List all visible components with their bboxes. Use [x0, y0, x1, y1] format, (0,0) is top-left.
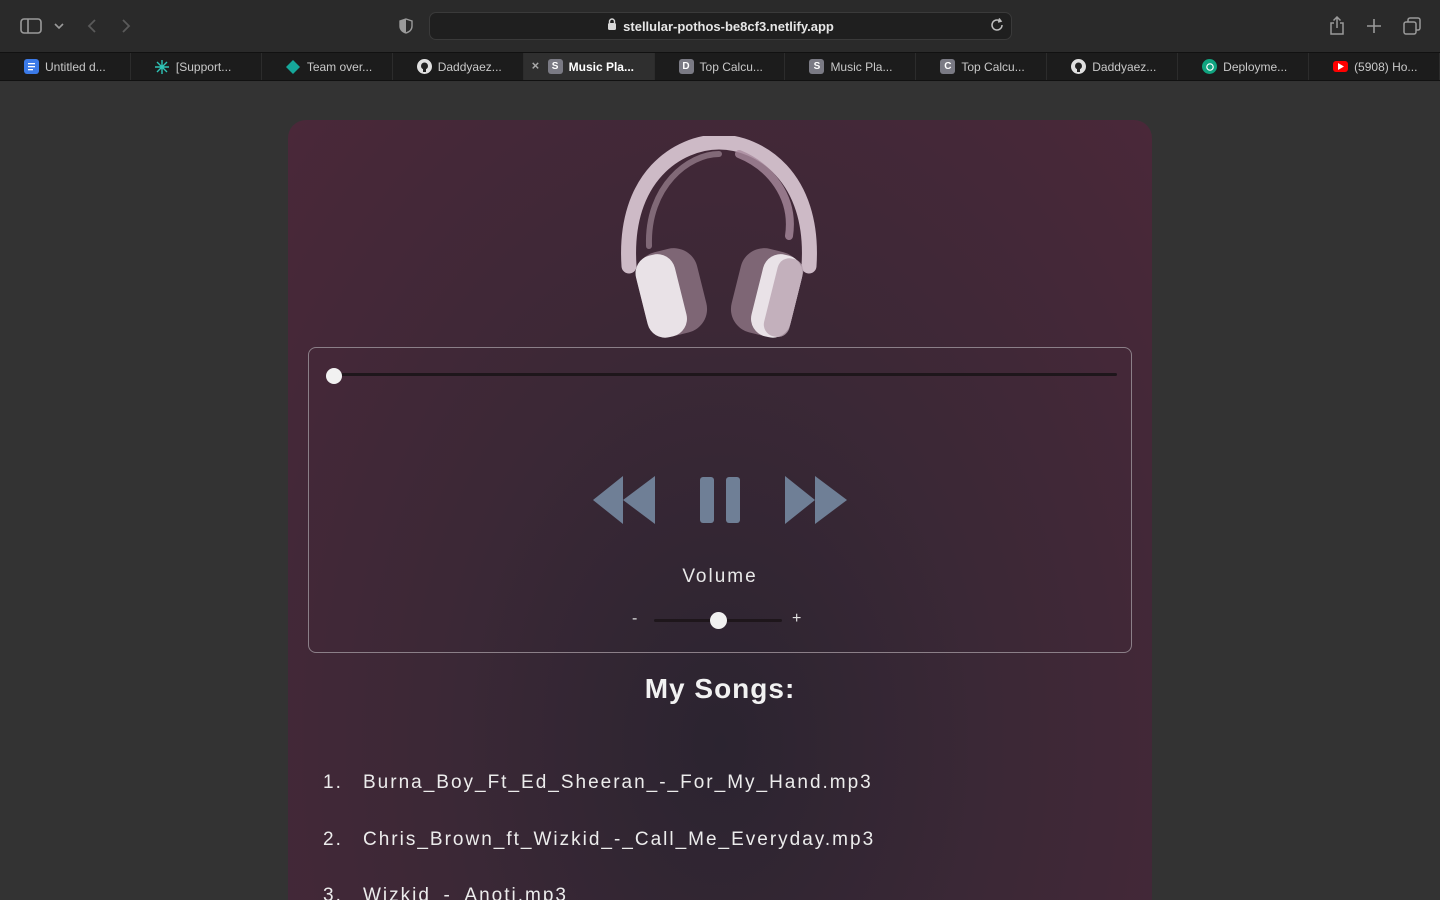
browser-tab[interactable]: (5908) Ho... — [1309, 53, 1440, 80]
github-icon — [416, 59, 432, 74]
browser-tab[interactable]: × S Music Pla... — [523, 53, 655, 80]
forward-icon[interactable] — [118, 12, 134, 40]
url-text: stellular-pothos-be8cf3.netlify.app — [623, 18, 834, 34]
site-c-icon: C — [940, 59, 956, 74]
volume-slider-thumb[interactable] — [710, 612, 727, 629]
tab-overview-icon[interactable] — [1401, 12, 1423, 40]
browser-tab[interactable]: Daddyaez... — [393, 53, 524, 80]
tab-label: Team over... — [306, 59, 373, 74]
music-player-card: Volume - + My Songs: 1. Burna_Boy_Ft_Ed_… — [288, 120, 1152, 900]
address-bar[interactable]: stellular-pothos-be8cf3.netlify.app — [429, 12, 1012, 40]
browser-tab[interactable]: Team over... — [262, 53, 393, 80]
page-content: Volume - + My Songs: 1. Burna_Boy_Ft_Ed_… — [0, 82, 1440, 900]
player-controls-panel: Volume - + — [308, 347, 1132, 653]
openai-icon — [1202, 59, 1218, 74]
browser-tab[interactable]: C Top Calcu... — [916, 53, 1048, 80]
back-icon[interactable] — [84, 12, 100, 40]
tab-label: Daddyaez... — [1092, 59, 1157, 74]
share-icon[interactable] — [1327, 12, 1347, 40]
youtube-icon — [1333, 61, 1349, 72]
close-tab-icon[interactable]: × — [532, 58, 540, 73]
browser-tab[interactable]: S Music Pla... — [785, 53, 917, 80]
tab-label: Music Pla... — [568, 59, 634, 74]
progress-track[interactable] — [335, 373, 1117, 376]
rewind-icon[interactable] — [593, 476, 655, 529]
site-s-icon: S — [547, 59, 563, 74]
song-name[interactable]: Burna_Boy_Ft_Ed_Sheeran_-_For_My_Hand.mp… — [363, 772, 873, 794]
reload-icon[interactable] — [989, 17, 1005, 38]
volume-decrease[interactable]: - — [632, 610, 637, 628]
site-d-icon: D — [678, 59, 694, 74]
browser-tab[interactable]: D Top Calcu... — [655, 53, 786, 80]
tab-label: Top Calcu... — [961, 59, 1025, 74]
tab-label: Top Calcu... — [699, 59, 763, 74]
google-docs-icon — [24, 59, 39, 74]
privacy-shield-icon[interactable] — [397, 12, 415, 40]
github-icon — [1071, 59, 1087, 74]
tab-label: Daddyaez... — [437, 59, 502, 74]
new-tab-icon[interactable] — [1364, 12, 1384, 40]
pause-icon[interactable] — [700, 477, 740, 528]
chevron-down-icon[interactable] — [52, 12, 66, 40]
sidebar-toggle-icon[interactable] — [18, 12, 44, 40]
songs-heading: My Songs: — [644, 673, 796, 704]
headphones-icon — [619, 134, 819, 342]
song-number: 3. — [323, 885, 343, 900]
tab-label: Untitled d... — [45, 59, 106, 74]
song-name[interactable]: Wizkid_-_Anoti.mp3 — [363, 885, 568, 900]
browser-tab[interactable]: Deployme... — [1178, 53, 1310, 80]
browser-toolbar: stellular-pothos-be8cf3.netlify.app — [0, 0, 1440, 52]
tab-label: Music Pla... — [830, 59, 893, 74]
tab-label: [Support... — [175, 59, 232, 74]
browser-tab[interactable]: Daddyaez... — [1047, 53, 1179, 80]
song-number: 2. — [323, 829, 343, 850]
diamond-icon — [286, 59, 301, 74]
clickup-icon — [155, 59, 170, 74]
progress-thumb[interactable] — [326, 368, 342, 384]
tab-label: (5908) Ho... — [1354, 59, 1418, 74]
volume-label: Volume — [682, 566, 758, 587]
song-name[interactable]: Chris_Brown_ft_Wizkid_-_Call_Me_Everyday… — [363, 829, 875, 851]
tab-label: Deployme... — [1223, 59, 1288, 74]
browser-tab[interactable]: [Support... — [131, 53, 262, 80]
fast-forward-icon[interactable] — [785, 476, 847, 529]
tab-bar: Untitled d... [Support... Team over... Dadd… — [0, 52, 1440, 81]
lock-icon — [607, 17, 617, 35]
volume-increase[interactable]: + — [792, 610, 801, 628]
site-s-icon: S — [809, 59, 825, 74]
browser-tab[interactable]: Untitled d... — [0, 53, 131, 80]
song-number: 1. — [323, 772, 343, 793]
